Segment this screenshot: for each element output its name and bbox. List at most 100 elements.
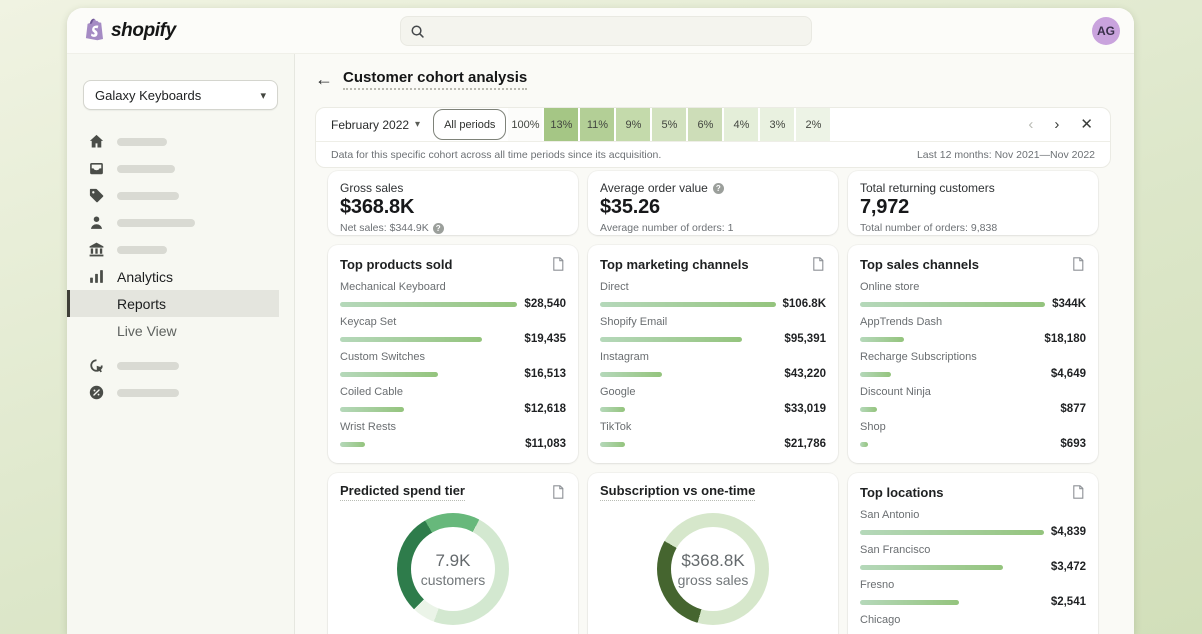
sidebar-item-home[interactable] xyxy=(67,128,294,155)
card-title: Top locations xyxy=(860,485,944,500)
stat-card: Average order value$35.26Average number … xyxy=(588,171,838,235)
report-icon[interactable] xyxy=(550,256,566,272)
period-cell-11%[interactable]: 11% xyxy=(580,108,614,141)
row-bar-line: $877 xyxy=(860,403,1086,415)
sidebar-item-products[interactable] xyxy=(67,182,294,209)
row-label: Direct xyxy=(600,281,826,293)
period-cell-9%[interactable]: 9% xyxy=(616,108,650,141)
bar-track xyxy=(340,337,517,342)
sidebar-item-live-view[interactable]: Live View xyxy=(67,317,294,344)
subscription-donut-chart: $368.8K gross sales xyxy=(657,513,769,625)
row-bar-line: $43,220 xyxy=(600,368,826,380)
lists-row: Top products soldMechanical Keyboard$28,… xyxy=(328,245,1134,463)
row-bar-line: $4,839 xyxy=(860,526,1086,538)
donut-center-value: 7.9K xyxy=(436,551,471,571)
stat-card: Total returning customers7,972Total numb… xyxy=(848,171,1098,235)
bar-chart-icon xyxy=(88,268,105,285)
avatar[interactable]: AG xyxy=(1092,17,1120,45)
stats-row: Gross sales$368.8KNet sales: $344.9KAver… xyxy=(328,171,1134,235)
back-arrow-button[interactable]: ← xyxy=(315,70,333,88)
top-bar: shopify AG xyxy=(67,8,1134,54)
sidebar-item-label: Live View xyxy=(117,323,177,339)
list-row: Direct $106.8K xyxy=(600,281,826,316)
period-cell-2%[interactable]: 2% xyxy=(796,108,830,141)
stat-card: Gross sales$368.8KNet sales: $344.9K xyxy=(328,171,578,235)
stat-value: $35.26 xyxy=(600,196,826,219)
row-bar-line: $344K xyxy=(860,298,1086,310)
sidebar-item-discounts[interactable] xyxy=(67,379,294,406)
chevron-left-icon[interactable]: ‹ xyxy=(1028,117,1033,132)
row-value: $877 xyxy=(1060,403,1086,415)
period-cell-6%[interactable]: 6% xyxy=(688,108,722,141)
card-header: Top marketing channels xyxy=(600,255,826,273)
row-label: AppTrends Dash xyxy=(860,316,1086,328)
sidebar-item-marketing[interactable] xyxy=(67,352,294,379)
orders-icon xyxy=(88,160,105,177)
bar-track xyxy=(860,407,1053,412)
value-bar xyxy=(860,530,1044,535)
row-value: $4,649 xyxy=(1051,368,1086,380)
tag-icon xyxy=(88,187,105,204)
period-cell-13%[interactable]: 13% xyxy=(544,108,578,141)
period-cell-100%[interactable]: 100% xyxy=(508,108,542,141)
sidebar-item-reports[interactable]: Reports xyxy=(67,290,279,317)
period-cell-3%[interactable]: 3% xyxy=(760,108,794,141)
sidebar-item-finances[interactable] xyxy=(67,236,294,263)
report-icon[interactable] xyxy=(550,484,566,500)
period-cell-5%[interactable]: 5% xyxy=(652,108,686,141)
locations-rows: San Antonio$4,839San Francisco$3,472Fres… xyxy=(860,509,1086,634)
value-bar xyxy=(340,372,438,377)
list-row: Chicago xyxy=(860,614,1086,634)
row-label: San Antonio xyxy=(860,509,1086,521)
bottom-row: Predicted spend tier 7.9K customers xyxy=(328,473,1134,634)
chevron-right-icon[interactable]: › xyxy=(1054,117,1059,132)
stat-footnote: Net sales: $344.9K xyxy=(340,222,566,234)
bar-track xyxy=(340,442,518,447)
info-icon[interactable] xyxy=(713,183,724,194)
store-picker[interactable]: Galaxy Keyboards ▾ xyxy=(83,80,278,110)
bar-track xyxy=(340,407,517,412)
month-selector[interactable]: February 2022 ▾ xyxy=(316,108,433,141)
value-bar xyxy=(340,442,365,447)
sidebar-item-orders[interactable] xyxy=(67,155,294,182)
close-icon[interactable]: ✕ xyxy=(1080,117,1093,132)
value-bar xyxy=(860,302,1045,307)
report-icon[interactable] xyxy=(1070,256,1086,272)
bar-track xyxy=(860,530,1044,535)
row-value: $693 xyxy=(1060,438,1086,450)
row-bar-line: $106.8K xyxy=(600,298,826,310)
list-row: Discount Ninja$877 xyxy=(860,386,1086,421)
list-rows: Online store$344KAppTrends Dash$18,180Re… xyxy=(860,281,1086,456)
toolbar-controls: ‹ › ✕ xyxy=(1028,108,1110,141)
skeleton-bar xyxy=(117,219,195,227)
period-cell-4%[interactable]: 4% xyxy=(724,108,758,141)
value-bar xyxy=(860,442,868,447)
row-label: Google xyxy=(600,386,826,398)
cohort-caption: Data for this specific cohort across all… xyxy=(331,149,661,161)
report-icon[interactable] xyxy=(1070,484,1086,500)
row-value: $11,083 xyxy=(525,438,566,450)
report-icon[interactable] xyxy=(810,256,826,272)
donut-center-value: $368.8K xyxy=(681,551,744,571)
row-value: $16,513 xyxy=(524,368,566,380)
person-icon xyxy=(88,214,105,231)
all-periods-button[interactable]: All periods xyxy=(433,109,506,140)
list-row: Wrist Rests$11,083 xyxy=(340,421,566,456)
bar-track xyxy=(860,565,1044,570)
skeleton-bar xyxy=(117,138,167,146)
store-name: Galaxy Keyboards xyxy=(95,88,201,103)
search-input[interactable] xyxy=(432,24,802,38)
search-bar[interactable] xyxy=(400,16,812,46)
sidebar-item-analytics[interactable]: Analytics xyxy=(67,263,294,290)
info-icon[interactable] xyxy=(433,223,444,234)
skeleton-bar xyxy=(117,362,179,370)
list-row: Recharge Subscriptions$4,649 xyxy=(860,351,1086,386)
stat-footnote: Total number of orders: 9,838 xyxy=(860,222,1086,234)
sidebar-item-customers[interactable] xyxy=(67,209,294,236)
bar-track xyxy=(340,372,517,377)
value-bar xyxy=(860,407,877,412)
list-row: Google$33,019 xyxy=(600,386,826,421)
list-card: Top products soldMechanical Keyboard$28,… xyxy=(328,245,578,463)
list-rows: Direct$106.8KShopify Email$95,391Instagr… xyxy=(600,281,826,456)
top-locations-card: Top locations San Antonio$4,839San Franc… xyxy=(848,473,1098,634)
